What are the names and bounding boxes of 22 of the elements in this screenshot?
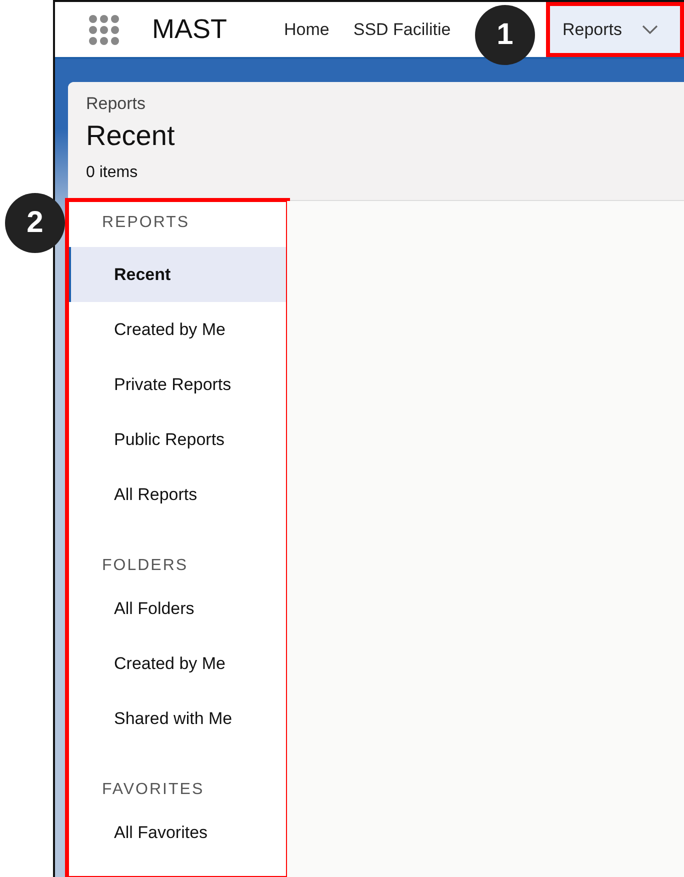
app-launcher-icon[interactable] (88, 14, 120, 46)
sidebar-item[interactable]: Created by Me (68, 636, 287, 691)
item-count: 0 items (86, 164, 139, 182)
sidebar-item[interactable]: Public Reports (68, 412, 287, 467)
callout-number: 1 (475, 5, 535, 65)
sidebar-item[interactable]: All Favorites (68, 805, 287, 860)
object-label: Reports (86, 94, 147, 114)
nav-tab[interactable]: Reports (546, 2, 684, 57)
section-heading: REPORTS (101, 213, 191, 233)
section-heading: FOLDERS (101, 556, 190, 576)
nav-tab[interactable]: SSD Facilitie (329, 2, 451, 57)
callout-number: 2 (5, 193, 65, 253)
sidebar-item[interactable]: All Reports (68, 467, 287, 522)
section-heading: FAVORITES (101, 780, 206, 800)
sidebar-item[interactable]: Created by Me (68, 302, 287, 357)
sidebar-item[interactable]: Recent (68, 247, 287, 302)
page-title: Recent (86, 120, 176, 152)
app-name: MAST (152, 14, 228, 45)
sidebar-item[interactable]: All Folders (68, 581, 287, 636)
sidebar-item[interactable]: Private Reports (68, 357, 287, 412)
nav-tab[interactable]: Home (260, 2, 330, 57)
sidebar-item[interactable]: Shared with Me (68, 691, 287, 746)
